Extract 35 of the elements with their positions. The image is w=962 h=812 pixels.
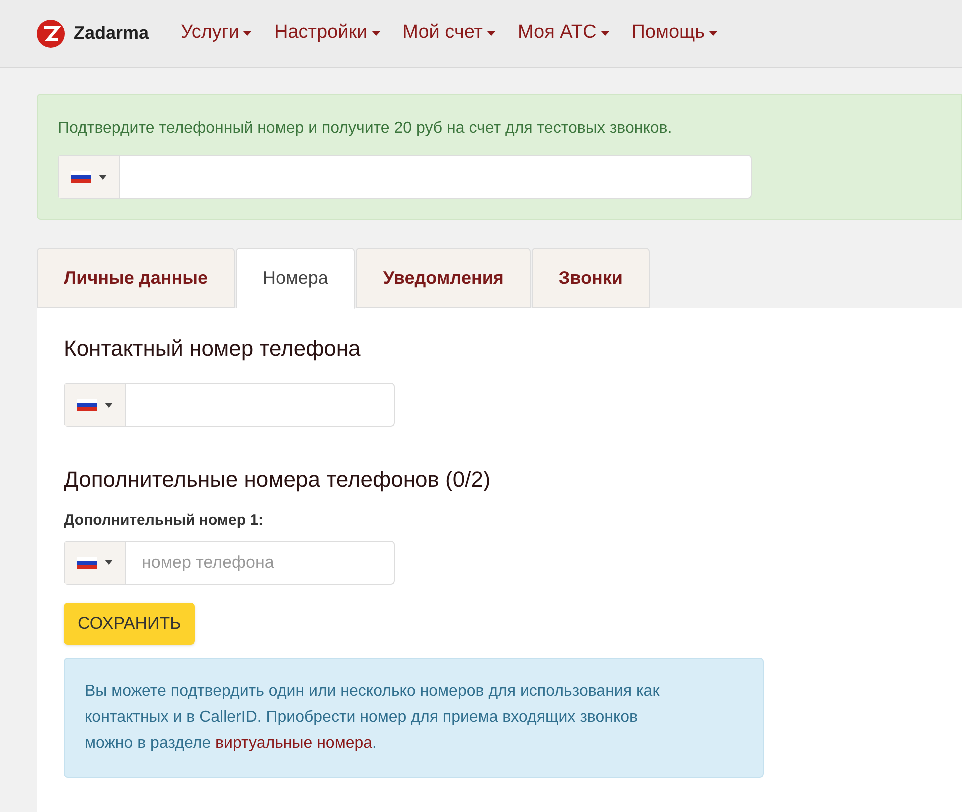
nav-menu-item[interactable]: Услуги	[181, 19, 252, 48]
logo-icon	[36, 18, 66, 48]
caret-icon	[486, 31, 496, 36]
caret-icon	[105, 560, 113, 565]
brand-name: Zadarma	[74, 22, 150, 45]
caret-icon	[105, 402, 113, 408]
save-button[interactable]: СОХРАНИТЬ	[64, 602, 196, 644]
flag-icon	[77, 556, 97, 568]
caret-icon	[709, 31, 718, 36]
phone-field[interactable]	[64, 383, 395, 427]
phone-input[interactable]: номер телефона	[126, 542, 394, 584]
section-heading: Контактный номер телефона	[64, 335, 362, 363]
caret-icon	[99, 174, 107, 180]
field-label: Дополнительный номер 1:	[64, 511, 265, 531]
section-heading: Дополнительные номера телефонов (0/2)	[64, 466, 492, 494]
tab[interactable]: Личные данные	[37, 248, 235, 308]
alert-text: Подтвердите телефонный номер и получите 20 руб на счет для тестовых звонков.	[58, 119, 674, 139]
nav-menu-item[interactable]: Настройки	[274, 19, 381, 48]
caret-icon	[600, 31, 610, 36]
country-select[interactable]	[65, 384, 126, 426]
phone-field[interactable]: номер телефона	[64, 540, 395, 584]
virtual-numbers-link[interactable]: виртуальные номера	[216, 734, 373, 752]
flag-icon	[77, 399, 97, 411]
info-text: Вы можете подтвердить один или несколько номеров для использования как контактных и в CallerID. Приобрести номер для приема входящих звонков можно в разделе виртуальные номера.	[85, 682, 661, 754]
nav-menu-item[interactable]: Моя АТС	[518, 19, 610, 48]
caret-icon	[243, 31, 252, 36]
nav-menu-item[interactable]: Помощь	[632, 19, 718, 48]
tab[interactable]: Уведомления	[356, 248, 531, 308]
tab[interactable]: Звонки	[532, 248, 650, 308]
caret-icon	[372, 31, 381, 36]
country-select[interactable]	[65, 542, 126, 584]
flag-icon	[71, 171, 91, 183]
tab[interactable]: Номера	[236, 248, 356, 309]
country-select[interactable]	[59, 156, 120, 198]
nav-menu-item[interactable]: Мой счет	[402, 19, 496, 48]
